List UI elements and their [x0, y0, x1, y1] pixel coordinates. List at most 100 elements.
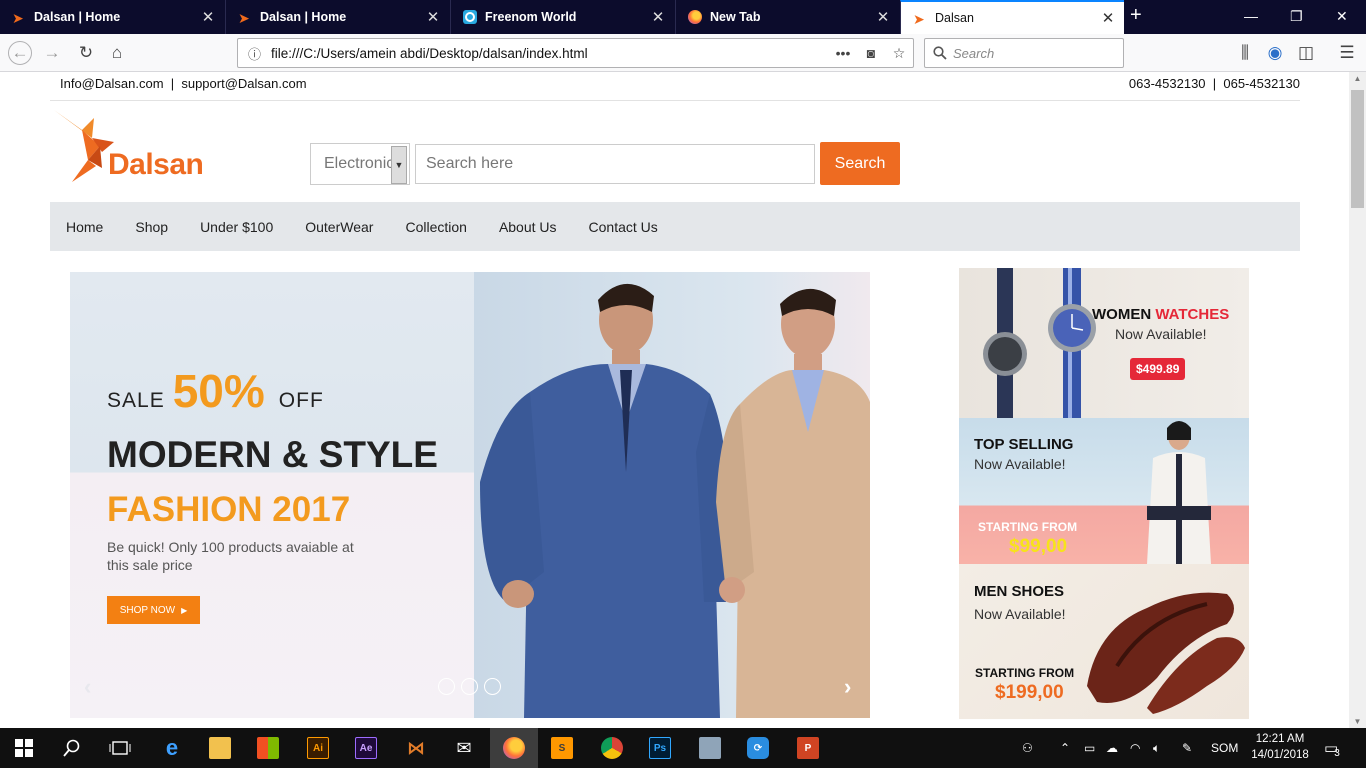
- bookmark-star-icon[interactable]: ☆: [885, 45, 913, 62]
- clock-date: 14/01/2018: [1251, 749, 1309, 761]
- browser-tab[interactable]: New Tab ✕: [675, 0, 899, 34]
- url-bar[interactable]: ⓘ file:///C:/Users/amein abdi/Desktop/da…: [237, 38, 914, 68]
- minimize-icon[interactable]: —: [1244, 8, 1258, 24]
- scrollbar-thumb[interactable]: [1351, 90, 1364, 208]
- contact-emails: Info@Dalsan.com | support@Dalsan.com: [60, 76, 307, 91]
- browser-tab-strip: ➤ Dalsan | Home ✕ ➤ Dalsan | Home ✕ Free…: [0, 0, 1366, 34]
- scroll-up-icon[interactable]: ▲: [1349, 74, 1366, 83]
- firefox-icon[interactable]: [490, 728, 538, 768]
- model-coat-image: [1147, 421, 1211, 564]
- url-text[interactable]: file:///C:/Users/amein abdi/Desktop/dals…: [271, 46, 829, 61]
- starting-from-label: STARTING FROM: [978, 520, 1078, 534]
- close-tab-icon[interactable]: ✕: [423, 8, 443, 26]
- system-clock[interactable]: 12:21 AM 14/01/2018: [1248, 731, 1312, 763]
- close-tab-icon[interactable]: ✕: [1098, 9, 1118, 27]
- banner-price: $199,00: [995, 682, 1064, 703]
- wifi-icon[interactable]: ◠: [1130, 728, 1140, 768]
- browser-tab[interactable]: ➤ Dalsan | Home ✕: [0, 0, 224, 34]
- notification-count: 3: [1334, 747, 1340, 759]
- search-icon[interactable]: [48, 728, 96, 768]
- new-tab-icon[interactable]: +: [1130, 4, 1142, 27]
- language-indicator[interactable]: SOM: [1211, 728, 1238, 768]
- clock-time: 12:21 AM: [1255, 733, 1305, 745]
- sidebar-icon[interactable]: ◫: [1294, 41, 1318, 65]
- task-view-icon[interactable]: [96, 728, 144, 768]
- price-badge: $499.89: [1130, 358, 1186, 380]
- dalsan-favicon: ➤: [913, 11, 925, 27]
- network-icon[interactable]: [686, 728, 734, 768]
- volume-icon[interactable]: 🔈︎: [1153, 728, 1160, 768]
- photoshop-icon[interactable]: Ps: [636, 728, 684, 768]
- back-arrow-icon[interactable]: ←: [8, 41, 32, 65]
- library-icon[interactable]: ⫼: [1233, 41, 1257, 65]
- after-effects-icon[interactable]: Ae: [342, 728, 390, 768]
- search-button[interactable]: Search: [820, 142, 900, 185]
- pocket-icon[interactable]: ◙: [857, 45, 885, 61]
- browser-search-bar[interactable]: Search: [924, 38, 1124, 68]
- window-close-icon[interactable]: ✕: [1336, 8, 1348, 25]
- caret-right-icon: ▶: [181, 605, 188, 615]
- page-actions-icon[interactable]: •••: [829, 45, 857, 61]
- restore-icon[interactable]: ❐: [1290, 8, 1303, 25]
- menu-item-contact-us[interactable]: Contact Us: [589, 219, 658, 235]
- mail-icon[interactable]: ✉: [440, 728, 488, 768]
- illustrator-icon[interactable]: Ai: [294, 728, 342, 768]
- menu-item-about-us[interactable]: About Us: [499, 219, 557, 235]
- scroll-down-icon[interactable]: ▼: [1349, 717, 1366, 726]
- onedrive-icon[interactable]: ☁: [1106, 728, 1118, 768]
- menu-item-collection[interactable]: Collection: [405, 219, 466, 235]
- shop-now-button[interactable]: SHOP NOW ▶: [107, 596, 200, 624]
- edge-icon[interactable]: e: [148, 728, 196, 768]
- menu-icon[interactable]: ☰: [1335, 41, 1359, 65]
- close-tab-icon[interactable]: ✕: [198, 8, 218, 26]
- menu-item-shop[interactable]: Shop: [135, 219, 168, 235]
- site-logo[interactable]: Dalsan: [52, 108, 212, 188]
- home-icon[interactable]: ⌂: [105, 41, 129, 65]
- browser-tab[interactable]: Freenom World ✕: [450, 0, 674, 34]
- powerpoint-icon[interactable]: P: [784, 728, 832, 768]
- info-icon[interactable]: ⓘ: [248, 44, 261, 63]
- banner-men-shoes[interactable]: MEN SHOES Now Available! STARTING FROM $…: [959, 564, 1249, 719]
- sync-icon[interactable]: ⟳: [734, 728, 782, 768]
- chevron-down-icon[interactable]: ▼: [391, 146, 407, 184]
- category-select[interactable]: Electronics ▼: [310, 143, 410, 185]
- battery-icon[interactable]: ▭: [1084, 728, 1095, 768]
- visual-studio-icon[interactable]: ⋈: [392, 728, 440, 768]
- slider-dot[interactable]: [484, 678, 501, 695]
- file-explorer-icon[interactable]: [196, 728, 244, 768]
- starting-from-label: STARTING FROM: [975, 666, 1075, 680]
- sublime-text-icon[interactable]: S: [538, 728, 586, 768]
- search-input[interactable]: Search here: [415, 144, 815, 184]
- reload-icon[interactable]: ↻: [74, 41, 98, 65]
- banner-top-selling[interactable]: TOP SELLING Now Available! STARTING FROM…: [959, 418, 1249, 564]
- close-tab-icon[interactable]: ✕: [873, 8, 893, 26]
- slider-prev-arrow-icon[interactable]: ‹: [84, 674, 91, 700]
- show-hidden-icons[interactable]: ⌃: [1060, 728, 1070, 768]
- tab-title: New Tab: [710, 10, 761, 24]
- slider-next-arrow-icon[interactable]: ›: [844, 674, 851, 700]
- slider-dot[interactable]: [461, 678, 478, 695]
- browser-tab[interactable]: ➤ Dalsan | Home ✕: [225, 0, 449, 34]
- dalsan-favicon: ➤: [12, 10, 24, 26]
- slider-dot[interactable]: [438, 678, 455, 695]
- windows-taskbar: e Ai Ae ⋈ ✉ S Ps ⟳ P ⚇ ⌃ ▭ ☁ ◠ 🔈︎ ✎ SOM …: [0, 728, 1366, 768]
- search-icon: [933, 46, 947, 60]
- start-icon[interactable]: [0, 728, 48, 768]
- menu-item-home[interactable]: Home: [66, 219, 103, 235]
- browser-tab-active[interactable]: ➤ Dalsan ✕: [900, 0, 1124, 34]
- people-icon[interactable]: ⚇: [1022, 728, 1033, 768]
- freenom-favicon: [463, 10, 477, 24]
- banner-subtitle: Now Available!: [974, 606, 1066, 622]
- menu-item-outerwear[interactable]: OuterWear: [305, 219, 373, 235]
- sale-prefix: SALE: [107, 389, 165, 412]
- extension-icon[interactable]: ◉: [1263, 41, 1287, 65]
- notifications-icon[interactable]: ▭ 3: [1324, 728, 1340, 768]
- chrome-icon[interactable]: [588, 728, 636, 768]
- page-scrollbar[interactable]: ▲ ▼: [1349, 72, 1366, 728]
- store-icon[interactable]: [244, 728, 292, 768]
- menu-item-under-100[interactable]: Under $100: [200, 219, 273, 235]
- pen-icon[interactable]: ✎: [1182, 728, 1192, 768]
- forward-arrow-icon[interactable]: →: [40, 41, 64, 65]
- banner-women-watches[interactable]: WOMEN WATCHES Now Available! $499.89: [959, 268, 1249, 418]
- close-tab-icon[interactable]: ✕: [648, 8, 668, 26]
